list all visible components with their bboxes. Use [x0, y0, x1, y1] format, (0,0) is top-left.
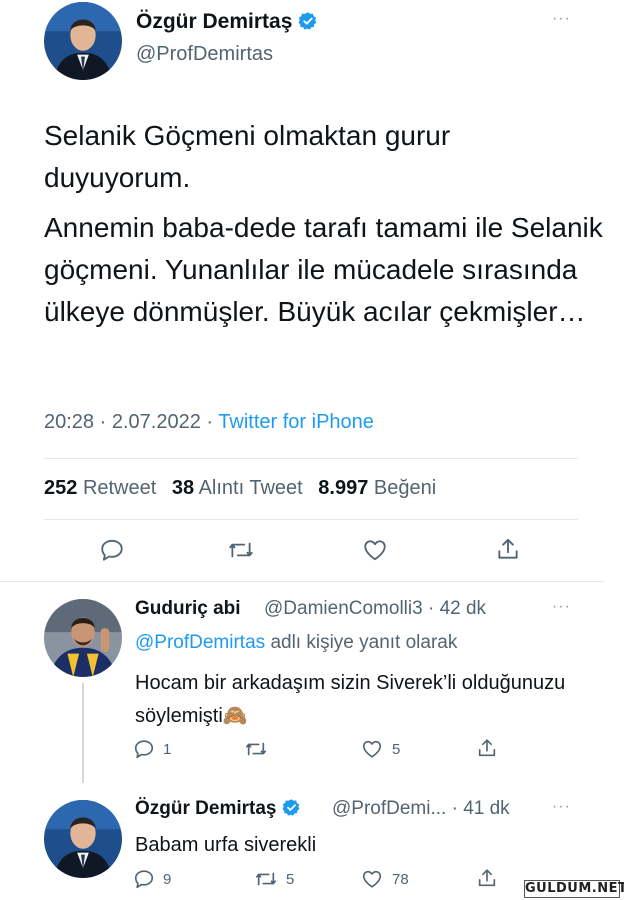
reply-text: Hocam bir arkadaşım sizin Siverek’li old…	[135, 672, 566, 727]
avatar-image	[44, 800, 122, 878]
reply-count: 9	[163, 870, 172, 888]
reply-icon	[134, 740, 154, 759]
replying-to: @ProfDemirtas adlı kişiye yanıt olarak	[135, 632, 457, 654]
share-icon	[498, 538, 518, 559]
reply-author-handle[interactable]: @ProfDemi...	[332, 798, 446, 819]
meta-separator: ·	[427, 598, 435, 619]
reply-author-meta: @ProfDemi... · 41 dk	[332, 798, 510, 820]
more-icon[interactable]: ···	[552, 798, 571, 816]
verified-badge-icon	[298, 12, 317, 30]
divider	[44, 519, 578, 520]
divider	[0, 581, 604, 582]
retweet-count: 5	[286, 870, 295, 888]
tweet-time[interactable]: 20:28	[44, 411, 94, 433]
reply-count: 1	[163, 740, 172, 758]
retweet-icon	[256, 872, 276, 886]
like-icon	[362, 740, 382, 758]
reply-author-name[interactable]: Guduriç abi	[135, 598, 241, 620]
author-name[interactable]: Özgür Demirtaş	[136, 10, 318, 34]
avatar-image	[44, 599, 122, 677]
reply-text: Babam urfa siverekli	[135, 834, 317, 856]
meta-separator: ·	[206, 411, 214, 433]
share-button[interactable]	[495, 535, 521, 563]
author-handle[interactable]: @ProfDemirtas	[136, 43, 273, 66]
like-stat[interactable]: 8.997 Beğeni	[318, 477, 446, 499]
like-count: 8.997	[318, 477, 369, 499]
replying-to-handle[interactable]: @ProfDemirtas	[135, 632, 265, 653]
more-icon[interactable]: ···	[552, 10, 571, 28]
quote-stat[interactable]: 38 Alıntı Tweet	[172, 477, 313, 499]
retweet-button[interactable]	[227, 537, 255, 563]
share-button[interactable]	[476, 866, 498, 890]
reply-author-meta: @DamienComolli3 · 42 dk	[264, 598, 486, 620]
share-button[interactable]	[476, 736, 498, 760]
quote-label: Alıntı Tweet	[198, 477, 303, 499]
site-watermark: GULDUM.NET	[524, 880, 624, 898]
like-icon	[362, 870, 382, 888]
thread-connector-line	[82, 683, 84, 783]
verified-badge-icon	[282, 799, 300, 816]
like-label: Beğeni	[373, 477, 437, 499]
reply-button[interactable]: 1	[133, 738, 171, 760]
tweet-text-paragraph-1: Selanik Göçmeni olmaktan gurur duyuyorum…	[44, 120, 451, 193]
reply-author-name[interactable]: Özgür Demirtaş	[135, 798, 301, 820]
author-avatar[interactable]	[44, 2, 122, 80]
reply-time[interactable]: 41 dk	[463, 798, 509, 819]
divider	[44, 458, 578, 459]
like-button[interactable]: 5	[360, 738, 400, 760]
replying-to-label: adlı kişiye yanıt olarak	[270, 632, 458, 653]
tweet-source-link[interactable]: Twitter for iPhone	[218, 411, 374, 433]
quote-count: 38	[171, 477, 195, 499]
reply-button[interactable]	[99, 537, 125, 563]
reply-button[interactable]: 9	[133, 868, 171, 890]
reply-icon	[134, 870, 154, 889]
like-button[interactable]	[361, 537, 389, 563]
retweet-button[interactable]: 5	[254, 868, 294, 890]
retweet-icon	[246, 742, 266, 756]
retweet-count: 252	[44, 477, 78, 499]
author-name-text: Özgür Demirtaş	[136, 10, 293, 33]
reply-author-handle[interactable]: @DamienComolli3	[264, 598, 423, 619]
like-count: 5	[392, 740, 401, 758]
reply-author-avatar[interactable]	[44, 800, 122, 878]
avatar-image	[44, 2, 122, 80]
like-button[interactable]: 78	[360, 868, 409, 890]
reply-author-avatar[interactable]	[44, 599, 122, 677]
tweet-date[interactable]: 2.07.2022	[112, 411, 201, 433]
tweet-text-paragraph-2: Annemin baba-dede tarafı tamami ile Sela…	[44, 212, 603, 327]
share-icon	[478, 739, 496, 757]
like-icon	[364, 540, 386, 561]
tweet-stats: 252 Retweet 38 Alıntı Tweet 8.997 Beğeni	[44, 477, 446, 500]
reply-author-name-text: Özgür Demirtaş	[135, 798, 277, 819]
share-icon	[478, 869, 496, 887]
retweet-stat[interactable]: 252 Retweet	[44, 477, 166, 499]
tweet-metadata: 20:28 · 2.07.2022 · Twitter for iPhone	[44, 411, 374, 434]
more-icon[interactable]: ···	[552, 598, 571, 616]
retweet-icon	[229, 542, 253, 558]
like-count: 78	[392, 870, 409, 888]
reply-time[interactable]: 42 dk	[440, 598, 486, 619]
reply-icon	[101, 539, 123, 561]
retweet-label: Retweet	[82, 477, 157, 499]
retweet-button[interactable]	[244, 738, 276, 760]
meta-separator: ·	[99, 411, 107, 433]
meta-separator: ·	[451, 798, 458, 819]
